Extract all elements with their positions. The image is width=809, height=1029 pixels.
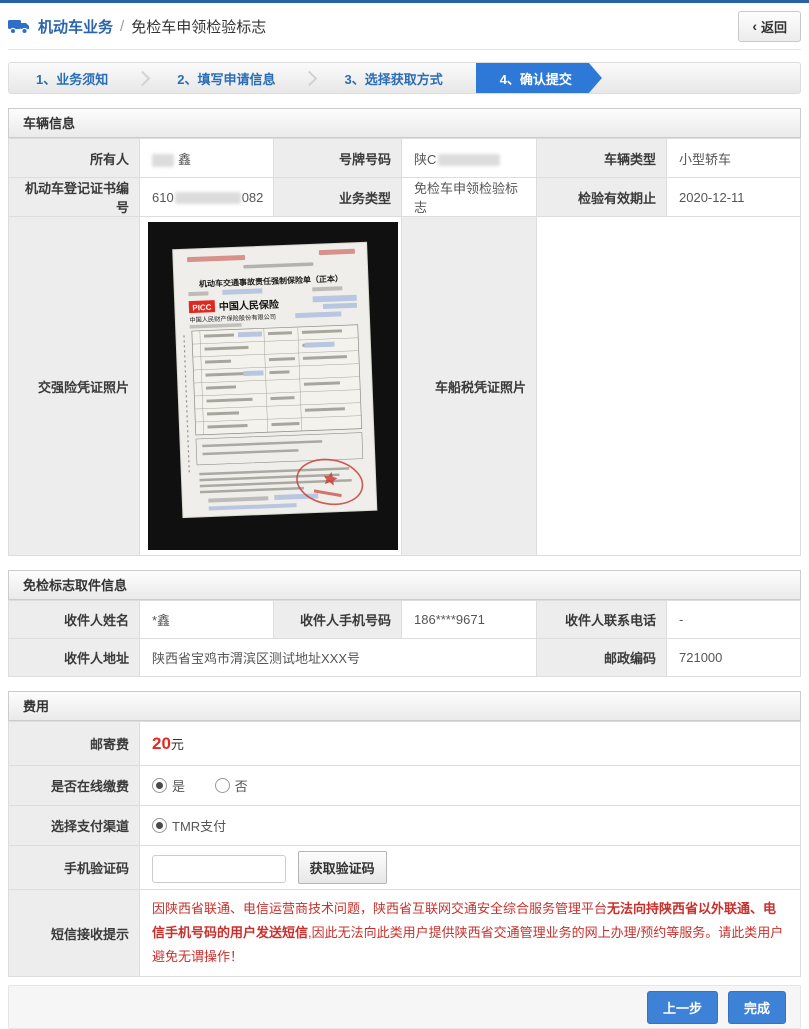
finish-button[interactable]: 完成	[727, 990, 786, 1024]
previous-step-button[interactable]: 上一步	[646, 990, 718, 1024]
pickup-info-section: 免检标志取件信息 收件人姓名 *鑫 收件人手机号码 186****9671 收件…	[8, 570, 801, 677]
sms-code-label: 手机验证码	[8, 845, 140, 890]
pickup-info-table: 收件人姓名 *鑫 收件人手机号码 186****9671 收件人联系电话 - 收…	[8, 600, 801, 677]
sms-code-input[interactable]	[152, 854, 286, 883]
breadcrumb: 机动车业务 / 免检车申领检验标志	[8, 16, 266, 37]
plate-label: 号牌号码	[273, 138, 402, 178]
tmr-pay-radio[interactable]	[152, 818, 167, 833]
redaction-blur	[438, 154, 501, 167]
step-4-confirm-submit: 4、确认提交	[476, 63, 602, 93]
tax-photo-empty-cell	[536, 216, 801, 556]
biz-type-value: 免检车申领检验标志	[401, 177, 537, 217]
pickup-info-title: 免检标志取件信息	[8, 570, 801, 600]
postage-unit: 元	[170, 736, 184, 752]
owner-value: 鑫	[139, 138, 274, 178]
vehicle-type-value: 小型轿车	[666, 138, 801, 178]
footer-bar: 上一步 完成	[8, 985, 801, 1029]
steps-bar: 1、业务须知 2、填写申请信息 3、选择获取方式 4、确认提交	[8, 62, 801, 94]
online-pay-no-label[interactable]: 否	[235, 779, 248, 794]
truck-icon	[8, 18, 31, 35]
recipient-name-value: *鑫	[139, 600, 274, 639]
reg-cert-label: 机动车登记证书编号	[8, 177, 140, 217]
sms-notice-label: 短信接收提示	[8, 888, 140, 978]
tmr-pay-label[interactable]: TMR支付	[172, 819, 226, 834]
validity-label: 检验有效期止	[536, 177, 667, 217]
chevron-right-icon	[302, 70, 318, 86]
postcode-value: 721000	[666, 638, 801, 677]
recipient-phone-label: 收件人联系电话	[536, 600, 667, 639]
online-pay-no-radio[interactable]	[214, 778, 230, 793]
insurance-photo[interactable]: 机动车交通事故责任强制保险单（正本） PICC 中国人民保险 中国人民财产保险股…	[139, 216, 402, 556]
sms-notice-text: 因陕西省联通、电信运营商技术问题，陕西省互联网交通安全综合服务管理平台无法向持陕…	[139, 888, 801, 978]
insurance-document-photo: 机动车交通事故责任强制保险单（正本） PICC 中国人民保险 中国人民财产保险股…	[148, 222, 398, 550]
pay-channel-options: TMR支付	[139, 805, 801, 846]
online-pay-yes-radio[interactable]	[152, 778, 167, 793]
vehicle-info-section: 车辆信息 所有人 鑫 号牌号码 陕C 车辆类型 小型轿车 机动车登记证书编号 6…	[8, 108, 801, 556]
recipient-mobile-value: 186****9671	[401, 600, 537, 639]
get-code-button[interactable]: 获取验证码	[297, 851, 387, 884]
redaction-blur	[174, 192, 241, 205]
sms-code-field-row: 获取验证码	[139, 845, 801, 890]
back-button-label: 返回	[760, 19, 787, 35]
recipient-name-label: 收件人姓名	[8, 600, 140, 639]
validity-value: 2020-12-11	[666, 177, 801, 217]
svg-text:PICC: PICC	[192, 303, 212, 313]
fee-table: 邮寄费 20元 是否在线缴费 是 否 选择支付渠道 TMR支付 手机验证码 获取…	[8, 721, 801, 978]
fee-section: 费用 邮寄费 20元 是否在线缴费 是 否 选择支付渠道 TMR支付 手机验证码…	[8, 691, 801, 978]
online-pay-label: 是否在线缴费	[8, 765, 140, 806]
postage-label: 邮寄费	[8, 721, 140, 766]
step-2-fill-info[interactable]: 2、填写申请信息	[150, 63, 302, 93]
reg-cert-value: 610 082	[139, 177, 274, 217]
owner-label: 所有人	[8, 138, 140, 178]
page-container: 机动车业务 / 免检车申领检验标志 ‹ 返回 1、业务须知 2、填写申请信息 3…	[8, 3, 801, 1029]
recipient-mobile-label: 收件人手机号码	[273, 600, 402, 639]
online-pay-yes-label[interactable]: 是	[172, 779, 185, 794]
step-1-notice[interactable]: 1、业务须知	[9, 63, 135, 93]
postage-amount: 20	[152, 733, 171, 753]
page-title: 免检车申领检验标志	[131, 18, 267, 36]
step-3-delivery-method[interactable]: 3、选择获取方式	[317, 63, 469, 93]
vehicle-type-label: 车辆类型	[536, 138, 667, 178]
fee-title: 费用	[8, 691, 801, 721]
recipient-address-value: 陕西省宝鸡市渭滨区测试地址XXX号	[139, 638, 537, 677]
plate-value: 陕C	[401, 138, 537, 178]
tax-photo-label: 车船税凭证照片	[401, 216, 537, 556]
postcode-label: 邮政编码	[536, 638, 667, 677]
recipient-address-label: 收件人地址	[8, 638, 140, 677]
module-title: 机动车业务	[38, 18, 114, 36]
vehicle-info-table: 所有人 鑫 号牌号码 陕C 车辆类型 小型轿车 机动车登记证书编号 610 082…	[8, 138, 801, 556]
recipient-phone-value: -	[666, 600, 801, 639]
online-pay-options: 是 否	[139, 765, 801, 806]
back-button[interactable]: ‹ 返回	[738, 10, 801, 42]
vehicle-info-title: 车辆信息	[8, 108, 801, 138]
biz-type-label: 业务类型	[273, 177, 402, 217]
pay-channel-label: 选择支付渠道	[8, 805, 140, 846]
redaction-blur	[152, 153, 174, 167]
postage-value: 20元	[139, 721, 801, 766]
chevron-left-icon: ‹	[752, 18, 757, 34]
insurance-photo-label: 交强险凭证照片	[8, 216, 140, 556]
page-header: 机动车业务 / 免检车申领检验标志 ‹ 返回	[8, 3, 801, 50]
chevron-right-icon	[134, 70, 151, 86]
breadcrumb-separator: /	[120, 17, 125, 35]
